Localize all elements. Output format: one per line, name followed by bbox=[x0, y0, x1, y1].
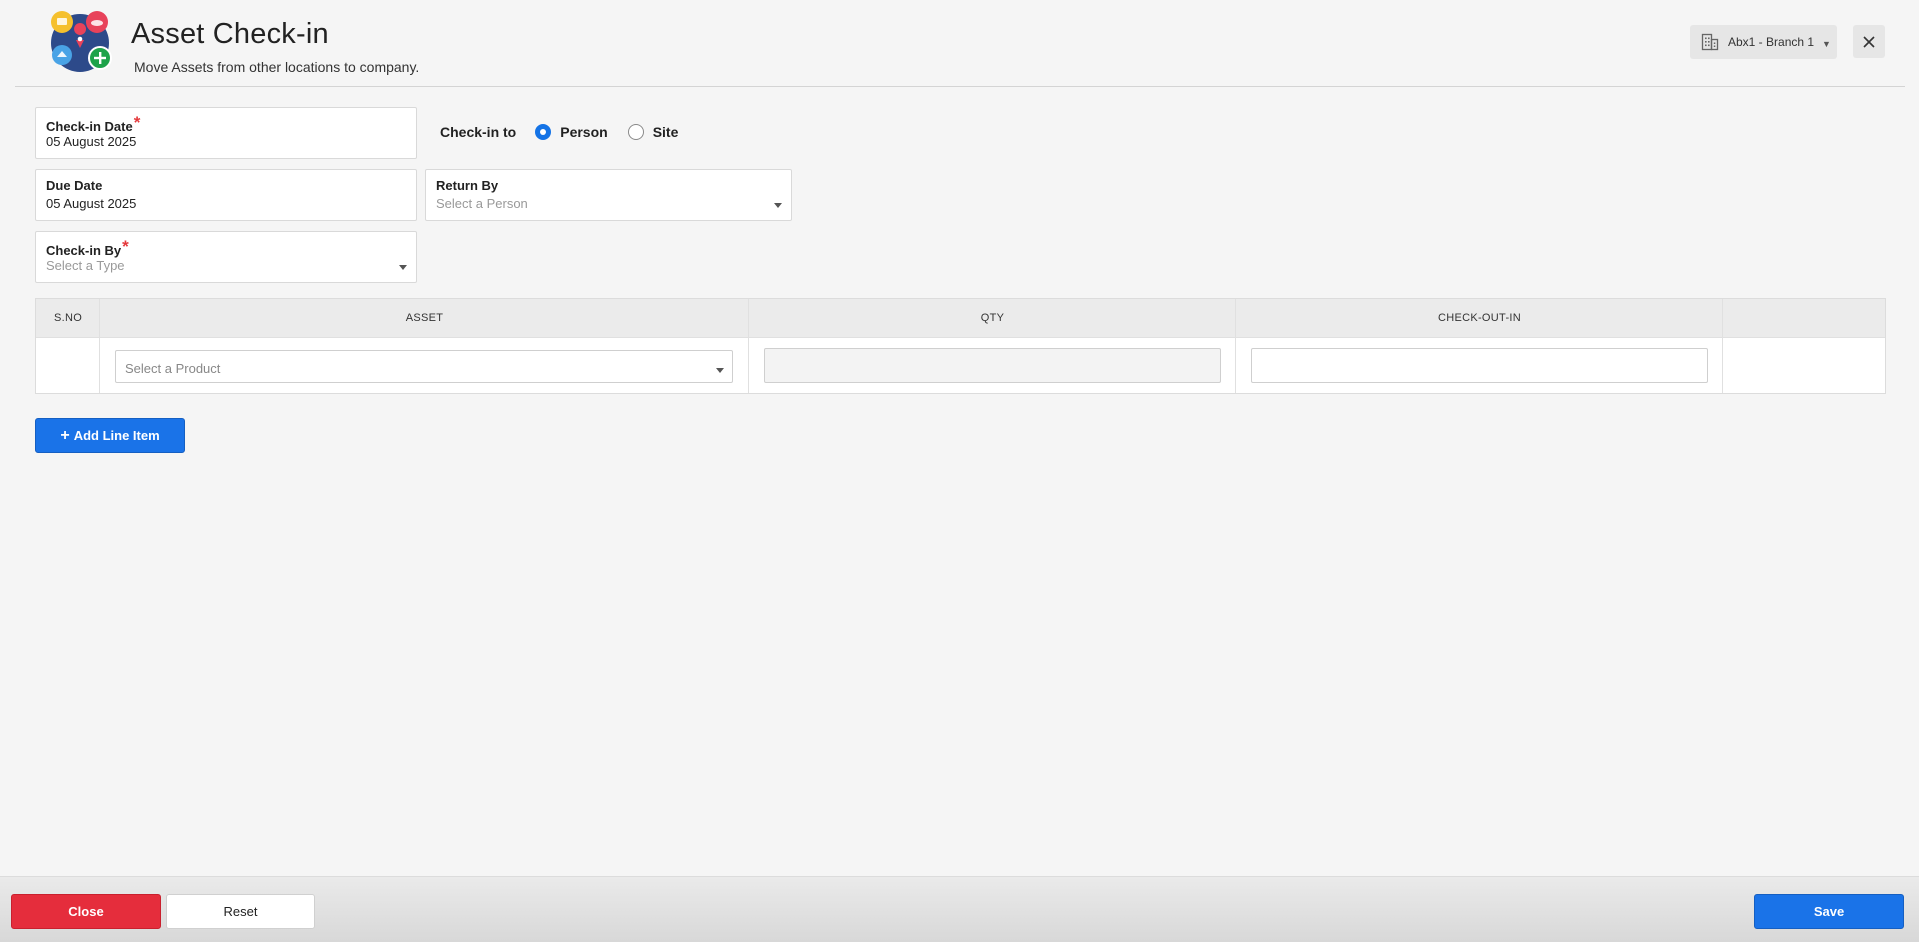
branch-label: Abx1 - Branch 1 bbox=[1728, 35, 1815, 49]
header-divider bbox=[15, 86, 1905, 87]
return-by-placeholder: Select a Person bbox=[436, 196, 528, 211]
radio-site[interactable]: Site bbox=[627, 124, 679, 140]
add-line-item-label: Add Line Item bbox=[73, 428, 160, 443]
close-icon bbox=[1863, 35, 1875, 48]
due-date-value: 05 August 2025 bbox=[46, 196, 137, 211]
column-header-checkout-in: CHECK-OUT-IN bbox=[1437, 312, 1522, 324]
asset-placeholder: Select a Product bbox=[125, 361, 221, 376]
footer-bar: Close Reset Save bbox=[0, 876, 1919, 942]
radio-person-indicator[interactable] bbox=[535, 124, 552, 140]
radio-site-indicator[interactable] bbox=[627, 124, 644, 140]
column-divider bbox=[1235, 299, 1236, 393]
chevron-down-icon bbox=[399, 265, 407, 270]
return-by-label: Return By bbox=[436, 178, 499, 193]
checkin-date-field[interactable]: Check-in Date* 05 August 2025 bbox=[35, 107, 417, 159]
asset-select[interactable]: Select a Product bbox=[115, 350, 733, 383]
required-marker: * bbox=[133, 113, 141, 132]
column-divider bbox=[748, 299, 749, 393]
page-subtitle: Move Assets from other locations to comp… bbox=[134, 59, 420, 75]
column-header-sno: S.NO bbox=[53, 312, 83, 324]
page-title: Asset Check-in bbox=[131, 18, 329, 50]
radio-person-label: Person bbox=[560, 124, 608, 140]
chevron-down-icon bbox=[716, 368, 724, 373]
column-divider bbox=[1722, 299, 1723, 393]
footer-save-button[interactable]: Save bbox=[1754, 894, 1904, 929]
close-button[interactable] bbox=[1853, 25, 1885, 58]
radio-person[interactable]: Person bbox=[535, 124, 608, 140]
plus-icon: + bbox=[60, 426, 70, 444]
due-date-label: Due Date bbox=[46, 178, 103, 193]
line-items-table: S.NO ASSET QTY CHECK-OUT-IN Select a Pro… bbox=[35, 298, 1886, 394]
qty-input[interactable] bbox=[764, 348, 1221, 383]
checkin-by-select[interactable]: Check-in By* Select a Type bbox=[35, 231, 417, 283]
checkin-by-placeholder: Select a Type bbox=[46, 258, 125, 273]
checkin-date-value: 05 August 2025 bbox=[46, 134, 137, 149]
branch-selector[interactable]: Abx1 - Branch 1 ▼ bbox=[1690, 25, 1837, 59]
checkin-to-label: Check-in to bbox=[440, 124, 517, 140]
chevron-down-icon bbox=[774, 203, 782, 208]
checkin-date-label: Check-in Date* bbox=[46, 113, 141, 134]
footer-reset-button[interactable]: Reset bbox=[166, 894, 315, 929]
column-divider bbox=[99, 299, 100, 393]
radio-site-label: Site bbox=[652, 124, 679, 140]
footer-close-button[interactable]: Close bbox=[11, 894, 161, 929]
add-line-item-button[interactable]: + Add Line Item bbox=[35, 418, 185, 453]
return-by-select[interactable]: Return By Select a Person bbox=[425, 169, 792, 221]
table-header: S.NO ASSET QTY CHECK-OUT-IN bbox=[36, 299, 1885, 338]
required-marker: * bbox=[122, 237, 129, 256]
due-date-field[interactable]: Due Date 05 August 2025 bbox=[35, 169, 417, 221]
chevron-down-icon: ▼ bbox=[1822, 39, 1831, 49]
page-header: Asset Check-in Move Assets from other lo… bbox=[0, 0, 1919, 87]
checkin-to-group: Check-in to Person Site bbox=[440, 121, 698, 143]
asset-locations-logo bbox=[51, 11, 112, 72]
checkout-in-input[interactable] bbox=[1251, 348, 1708, 383]
column-header-asset: ASSET bbox=[405, 312, 444, 324]
checkin-by-label: Check-in By* bbox=[46, 237, 129, 258]
column-header-qty: QTY bbox=[980, 312, 1005, 324]
column-header-actions bbox=[1723, 299, 1885, 338]
building-icon bbox=[1701, 33, 1719, 51]
